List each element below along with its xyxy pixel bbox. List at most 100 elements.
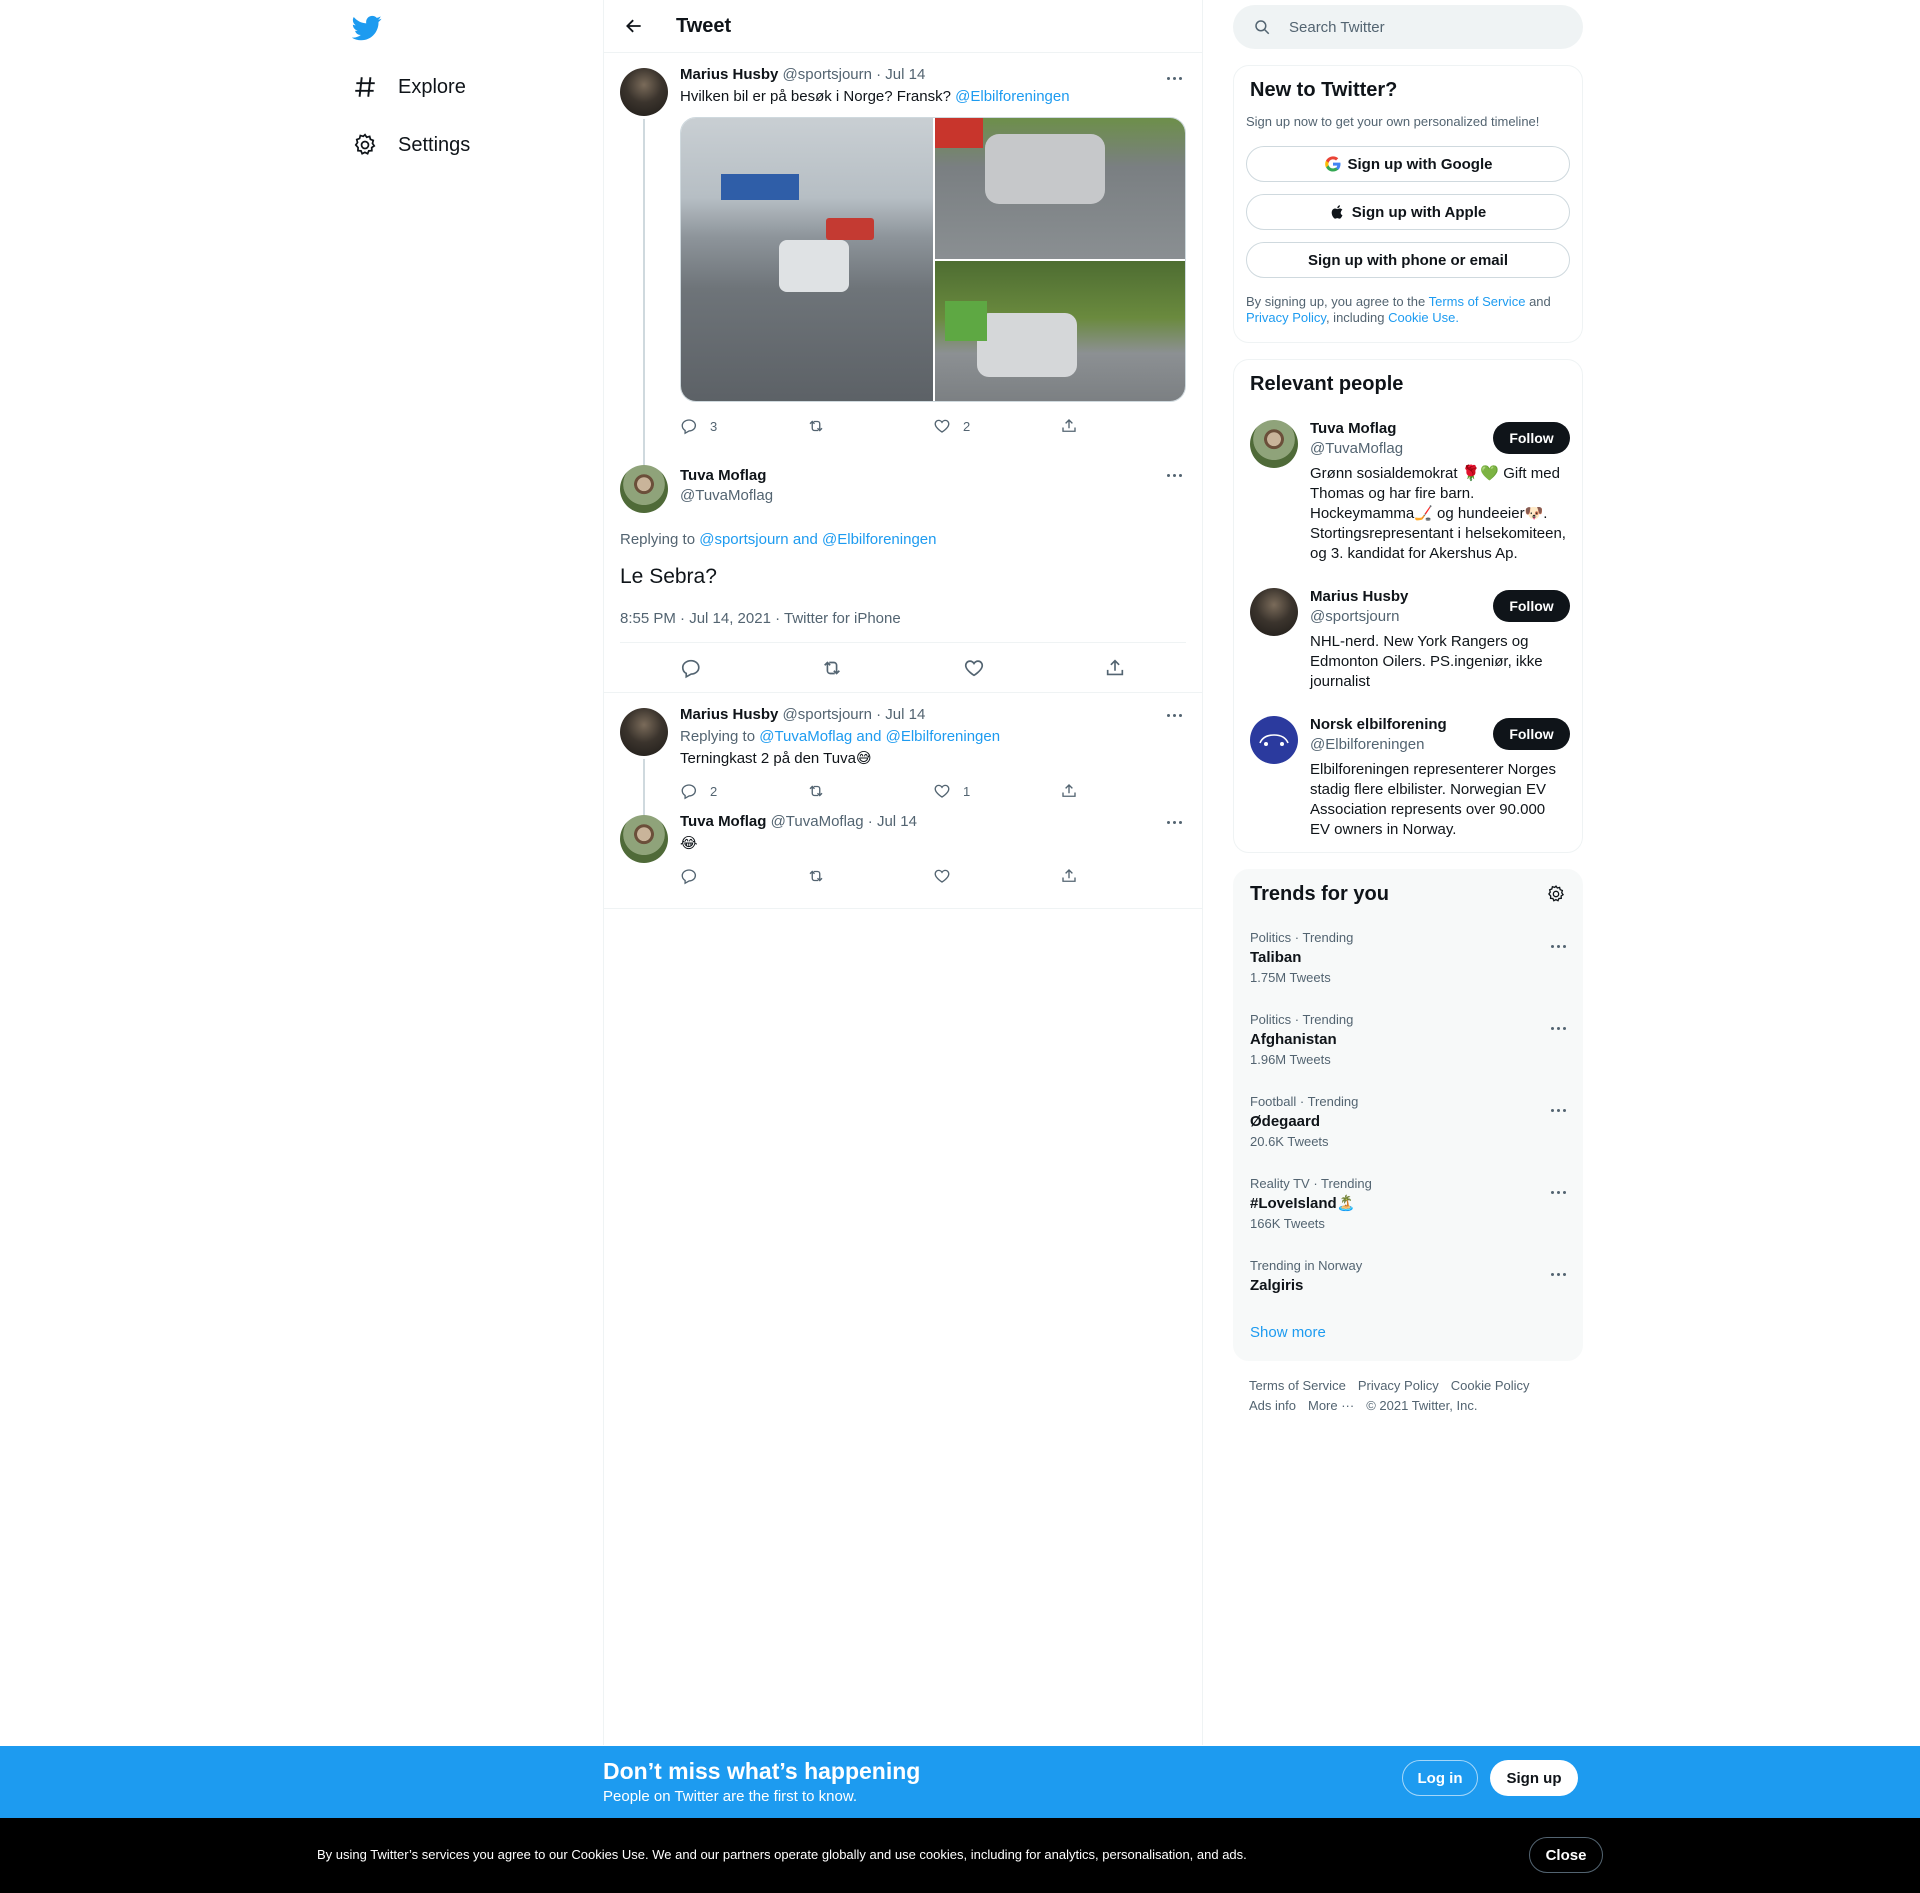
tweet-timestamp[interactable]: 8:55 PM · Jul 14, 2021 · Twitter for iPh… — [620, 610, 901, 627]
cookie-close-button[interactable]: Close — [1529, 1837, 1603, 1873]
person-name[interactable]: Norsk elbilforening — [1310, 716, 1447, 733]
reply-tweet[interactable]: Tuva Moflag @TuvaMoflag · Jul 14 😂 — [604, 812, 1202, 909]
trends-title: Trends for you — [1250, 883, 1389, 905]
like-button[interactable]: 2 — [933, 417, 1060, 435]
avatar[interactable] — [1250, 588, 1298, 636]
footer-ads-link[interactable]: Ads info — [1249, 1398, 1296, 1413]
photo-3[interactable] — [935, 261, 1185, 401]
replying-to-links[interactable]: @TuvaMoflag and @Elbilforeningen — [759, 728, 1000, 745]
trend-item[interactable]: Reality TV · Trending #LoveIsland🏝️ 166K… — [1250, 1176, 1570, 1232]
person-name[interactable]: Marius Husby — [1310, 588, 1408, 605]
show-more-link[interactable]: Show more — [1250, 1324, 1326, 1341]
nav-explore[interactable]: Explore — [352, 65, 466, 109]
cookie-use-link[interactable]: Cookie Use. — [1388, 310, 1459, 325]
tweet-date[interactable]: · Jul 14 — [868, 813, 917, 830]
nav-settings[interactable]: Settings — [352, 123, 470, 167]
trend-item[interactable]: Politics · Trending Taliban 1.75M Tweets — [1250, 930, 1570, 986]
signup-card: New to Twitter? Sign up now to get your … — [1233, 65, 1583, 343]
person-cell[interactable]: Marius Husby @sportsjourn Follow NHL-ner… — [1250, 588, 1570, 698]
photo-1[interactable] — [681, 118, 933, 401]
trend-more-button[interactable] — [1546, 1018, 1570, 1038]
author-name[interactable]: Tuva Moflag — [680, 467, 766, 484]
more-options-button[interactable] — [1162, 812, 1186, 832]
photo-2[interactable] — [935, 118, 1185, 259]
replying-to-prefix: Replying to — [620, 531, 696, 548]
more-options-button[interactable] — [1162, 465, 1186, 485]
reply-button[interactable]: 3 — [680, 417, 807, 435]
follow-button[interactable]: Follow — [1493, 422, 1570, 454]
tweet-date[interactable]: · Jul 14 — [876, 706, 925, 723]
reply-button[interactable]: 2 — [680, 782, 807, 800]
trend-count: 1.75M Tweets — [1250, 970, 1331, 985]
person-cell[interactable]: Norsk elbilforening @Elbilforeningen Fol… — [1250, 716, 1570, 846]
reply-icon[interactable] — [680, 657, 702, 679]
signup-apple-button[interactable]: Sign up with Apple — [1246, 194, 1570, 230]
footer-cookie-link[interactable]: Cookie Policy — [1451, 1378, 1530, 1393]
login-button[interactable]: Log in — [1402, 1760, 1478, 1796]
author-name[interactable]: Marius Husby — [680, 706, 778, 723]
follow-button[interactable]: Follow — [1493, 590, 1570, 622]
person-handle[interactable]: @Elbilforeningen — [1310, 736, 1424, 753]
tweet-date[interactable]: · Jul 14 — [876, 66, 925, 83]
follow-button[interactable]: Follow — [1493, 718, 1570, 750]
retweet-icon[interactable] — [821, 657, 843, 679]
twitter-logo-icon[interactable] — [352, 13, 382, 43]
author-name[interactable]: Tuva Moflag — [680, 813, 766, 830]
person-handle[interactable]: @sportsjourn — [1310, 608, 1399, 625]
trend-more-button[interactable] — [1546, 1100, 1570, 1120]
avatar[interactable] — [620, 708, 668, 756]
more-options-button[interactable] — [1162, 68, 1186, 88]
footer-links: Terms of Service Privacy Policy Cookie Pol… — [1249, 1376, 1542, 1416]
replying-to-links[interactable]: @sportsjourn and @Elbilforeningen — [699, 531, 936, 548]
retweet-button[interactable] — [807, 867, 934, 885]
signup-phone-button[interactable]: Sign up with phone or email — [1246, 242, 1570, 278]
author-handle[interactable]: @TuvaMoflag — [680, 487, 773, 504]
person-handle[interactable]: @TuvaMoflag — [1310, 440, 1403, 457]
trend-more-button[interactable] — [1546, 936, 1570, 956]
signup-google-button[interactable]: Sign up with Google — [1246, 146, 1570, 182]
trends-settings-icon[interactable] — [1546, 884, 1566, 904]
retweet-button[interactable] — [807, 782, 934, 800]
avatar[interactable] — [620, 68, 668, 116]
share-icon[interactable] — [1104, 657, 1126, 679]
mention-link[interactable]: @Elbilforeningen — [955, 88, 1069, 105]
reply-tweet[interactable]: Marius Husby @sportsjourn · Jul 14 Reply… — [604, 693, 1202, 819]
person-cell[interactable]: Tuva Moflag @TuvaMoflag Follow Grønn sos… — [1250, 420, 1570, 570]
share-button[interactable] — [1060, 867, 1187, 885]
like-button[interactable] — [933, 867, 1060, 885]
tweet-media-grid[interactable] — [680, 117, 1186, 402]
footer-privacy-link[interactable]: Privacy Policy — [1358, 1378, 1439, 1393]
signup-apple-label: Sign up with Apple — [1351, 203, 1487, 221]
avatar[interactable] — [1250, 420, 1298, 468]
trend-item[interactable]: Football · Trending Ødegaard 20.6K Tweet… — [1250, 1094, 1570, 1150]
footer-terms-link[interactable]: Terms of Service — [1249, 1378, 1346, 1393]
author-handle[interactable]: @TuvaMoflag — [771, 813, 864, 830]
avatar[interactable] — [620, 465, 668, 513]
author-handle[interactable]: @sportsjourn — [783, 66, 872, 83]
person-bio: Elbilforeningen representerer Norges sta… — [1310, 761, 1556, 838]
footer-more-link[interactable]: More ··· — [1308, 1398, 1354, 1413]
author-name[interactable]: Marius Husby — [680, 66, 778, 83]
search-input[interactable] — [1289, 18, 1549, 36]
back-button[interactable] — [617, 9, 651, 43]
reply-button[interactable] — [680, 867, 807, 885]
parent-tweet[interactable]: Marius Husby @sportsjourn · Jul 14 Hvilk… — [604, 53, 1202, 504]
share-button[interactable] — [1060, 782, 1187, 800]
search-box[interactable] — [1233, 5, 1583, 49]
more-options-button[interactable] — [1162, 705, 1186, 725]
avatar[interactable] — [1250, 716, 1298, 764]
author-handle[interactable]: @sportsjourn — [783, 706, 872, 723]
trend-more-button[interactable] — [1546, 1264, 1570, 1284]
avatar[interactable] — [620, 815, 668, 863]
trend-more-button[interactable] — [1546, 1182, 1570, 1202]
trend-item[interactable]: Trending in Norway Zalgiris — [1250, 1258, 1570, 1296]
retweet-button[interactable] — [807, 417, 934, 435]
heart-icon[interactable] — [963, 657, 985, 679]
share-button[interactable] — [1060, 417, 1187, 435]
trend-item[interactable]: Politics · Trending Afghanistan 1.96M Tw… — [1250, 1012, 1570, 1068]
terms-link[interactable]: Terms of Service — [1429, 294, 1526, 309]
privacy-link[interactable]: Privacy Policy — [1246, 310, 1326, 325]
signup-button[interactable]: Sign up — [1490, 1760, 1578, 1796]
like-button[interactable]: 1 — [933, 782, 1060, 800]
person-name[interactable]: Tuva Moflag — [1310, 420, 1396, 437]
